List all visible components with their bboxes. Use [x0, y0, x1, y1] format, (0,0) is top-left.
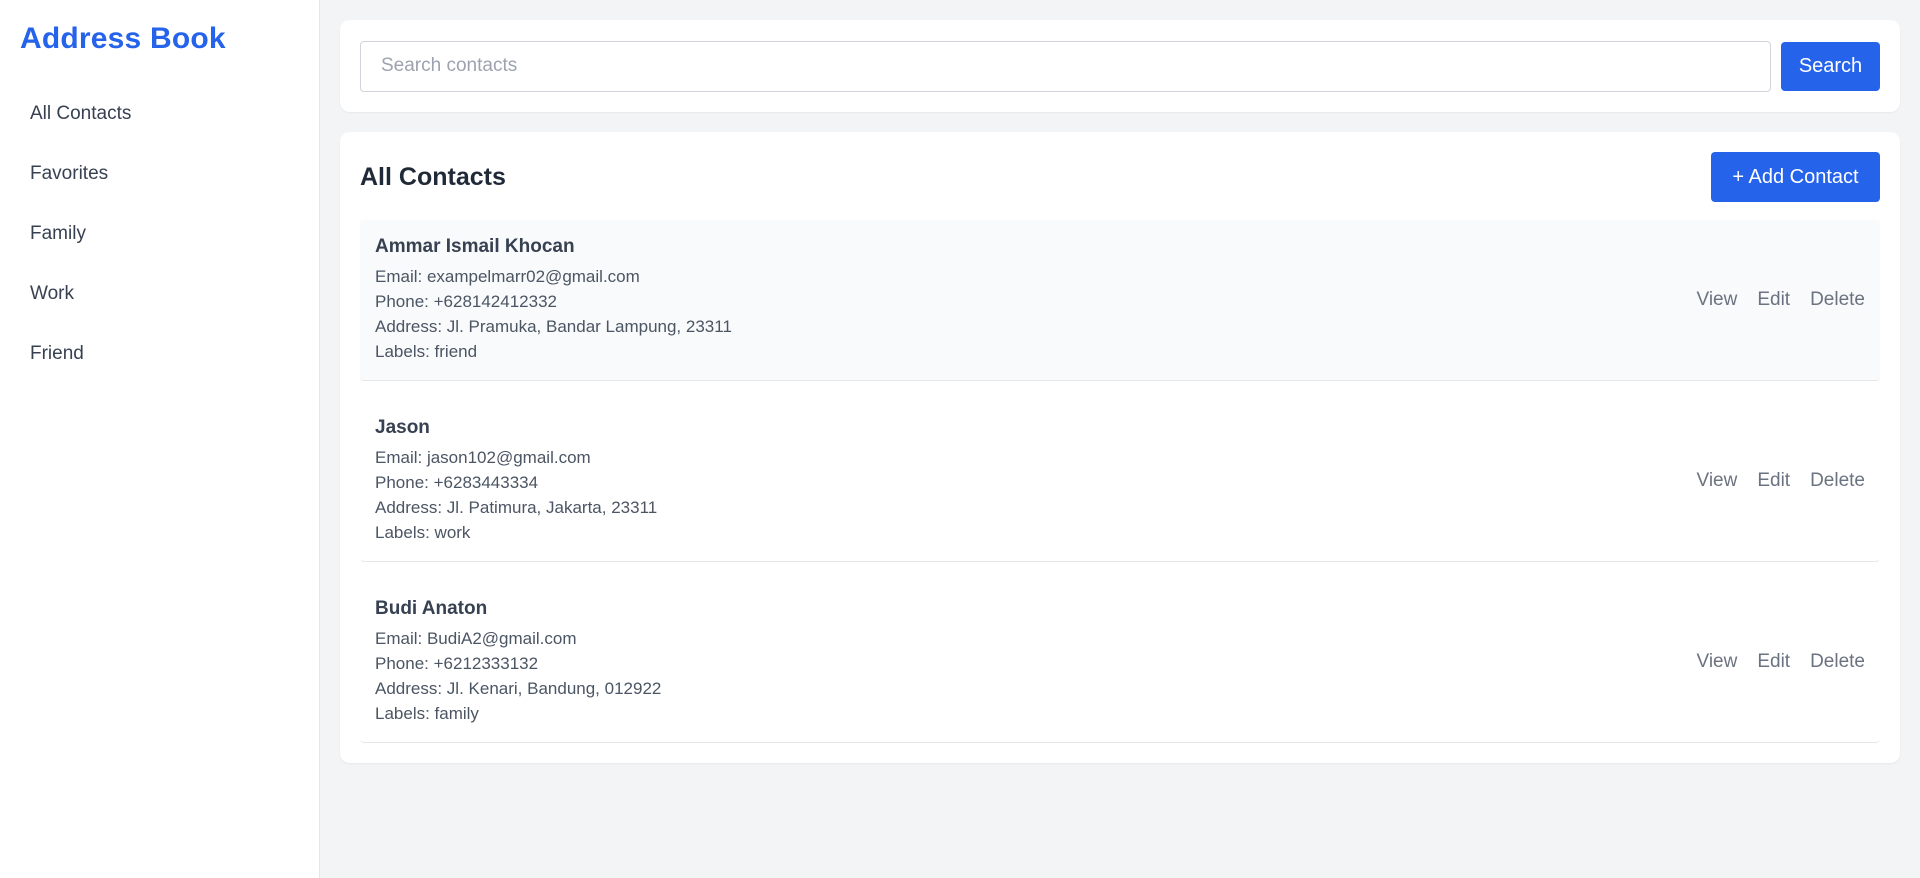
contact-row: Jason Email: jason102@gmail.com Phone: +… [360, 401, 1880, 562]
add-contact-button[interactable]: + Add Contact [1711, 152, 1880, 202]
contacts-panel: All Contacts + Add Contact Ammar Ismail … [340, 132, 1900, 763]
contact-email: Email: BudiA2@gmail.com [375, 629, 577, 648]
contact-list: Ammar Ismail Khocan Email: exampelmarr02… [360, 220, 1880, 743]
delete-contact-link[interactable]: Delete [1810, 289, 1865, 311]
sidebar: Address Book All Contacts Favorites Fami… [0, 0, 320, 878]
sidebar-item-all-contacts[interactable]: All Contacts [20, 84, 299, 144]
view-contact-link[interactable]: View [1696, 289, 1737, 311]
contact-phone: Phone: +6283443334 [375, 473, 539, 492]
contact-address: Address: Jl. Kenari, Bandung, 012922 [375, 679, 662, 698]
sidebar-item-favorites[interactable]: Favorites [20, 144, 299, 204]
contact-name: Ammar Ismail Khocan [375, 236, 575, 257]
delete-contact-link[interactable]: Delete [1810, 470, 1865, 492]
view-contact-link[interactable]: View [1696, 651, 1737, 673]
sidebar-item-friend[interactable]: Friend [20, 324, 299, 384]
sidebar-item-work[interactable]: Work [20, 264, 299, 324]
sidebar-item-family[interactable]: Family [20, 204, 299, 264]
contact-name: Budi Anaton [375, 598, 488, 619]
contact-address: Address: Jl. Patimura, Jakarta, 23311 [375, 498, 658, 517]
sidebar-nav: All Contacts Favorites Family Work Frien… [20, 84, 299, 384]
contacts-header: All Contacts + Add Contact [360, 152, 1880, 202]
contact-row: Budi Anaton Email: BudiA2@gmail.com Phon… [360, 582, 1880, 743]
delete-contact-link[interactable]: Delete [1810, 651, 1865, 673]
contact-email: Email: exampelmarr02@gmail.com [375, 267, 640, 286]
page-title: All Contacts [360, 162, 506, 191]
app-root: Address Book All Contacts Favorites Fami… [0, 0, 1920, 878]
contact-labels: Labels: family [375, 704, 479, 723]
search-input[interactable] [360, 40, 1771, 92]
contact-phone: Phone: +628142412332 [375, 292, 557, 311]
contact-email: Email: jason102@gmail.com [375, 448, 591, 467]
contact-phone: Phone: +6212333132 [375, 654, 539, 673]
contact-labels: Labels: friend [375, 342, 478, 361]
contact-actions: View Edit Delete [1696, 289, 1865, 311]
main-content: Search All Contacts + Add Contact Ammar … [320, 0, 1920, 878]
search-bar: Search [340, 20, 1900, 112]
contact-actions: View Edit Delete [1696, 470, 1865, 492]
search-button[interactable]: Search [1781, 41, 1880, 91]
edit-contact-link[interactable]: Edit [1757, 651, 1790, 673]
contact-actions: View Edit Delete [1696, 651, 1865, 673]
contact-labels: Labels: work [375, 523, 471, 542]
contact-info: Ammar Ismail Khocan Email: exampelmarr02… [375, 236, 732, 364]
view-contact-link[interactable]: View [1696, 470, 1737, 492]
contact-info: Budi Anaton Email: BudiA2@gmail.com Phon… [375, 598, 661, 726]
edit-contact-link[interactable]: Edit [1757, 289, 1790, 311]
edit-contact-link[interactable]: Edit [1757, 470, 1790, 492]
contact-address: Address: Jl. Pramuka, Bandar Lampung, 23… [375, 317, 732, 336]
contact-row: Ammar Ismail Khocan Email: exampelmarr02… [360, 220, 1880, 381]
contact-info: Jason Email: jason102@gmail.com Phone: +… [375, 417, 657, 545]
app-title: Address Book [20, 22, 226, 55]
contact-name: Jason [375, 417, 430, 438]
